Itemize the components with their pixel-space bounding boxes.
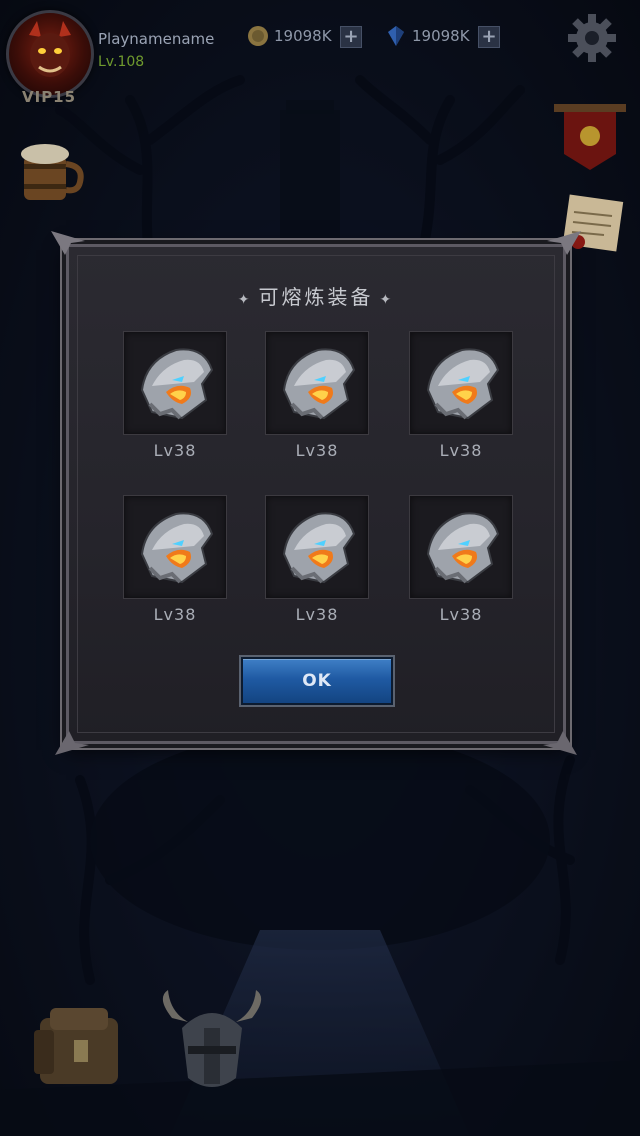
- equipment-level: Lv38: [439, 441, 483, 460]
- equipment-level: Lv38: [295, 605, 339, 624]
- equipment-level: Lv38: [295, 441, 339, 460]
- equipment-item[interactable]: Lv38: [265, 331, 369, 460]
- equipment-level: Lv38: [153, 605, 197, 624]
- shoulder-armor-icon: [282, 348, 356, 420]
- equipment-slot[interactable]: [123, 495, 227, 599]
- player-name: Playnamename: [98, 30, 215, 48]
- equipment-item[interactable]: Lv38: [265, 495, 369, 624]
- coin-amount: 19098K: [274, 27, 332, 45]
- gear-icon[interactable]: [566, 12, 618, 64]
- gem-amount: 19098K: [412, 27, 470, 45]
- banner-icon[interactable]: [548, 96, 632, 176]
- corner-ornament-icon: [55, 731, 89, 755]
- shoulder-armor-icon: [140, 512, 214, 584]
- backpack-icon[interactable]: [30, 1000, 130, 1092]
- corner-ornament-icon: [543, 731, 577, 755]
- equipment-level: Lv38: [153, 441, 197, 460]
- equipment-slot[interactable]: [409, 495, 513, 599]
- shoulder-armor-icon: [426, 348, 500, 420]
- corner-ornament-icon: [51, 231, 85, 255]
- equipment-item[interactable]: Lv38: [409, 495, 513, 624]
- equipment-slot[interactable]: [409, 331, 513, 435]
- ok-button[interactable]: OK: [241, 657, 393, 705]
- equipment-item[interactable]: Lv38: [123, 495, 227, 624]
- dialog-title: ✦ 可熔炼装备 ✦: [69, 281, 563, 310]
- beer-mug-icon[interactable]: [14, 136, 90, 206]
- add-gem-button[interactable]: +: [478, 26, 500, 48]
- gem-icon: [388, 26, 404, 46]
- equipment-slot[interactable]: [123, 331, 227, 435]
- equipment-item[interactable]: Lv38: [123, 331, 227, 460]
- add-coin-button[interactable]: +: [340, 26, 362, 48]
- dialog-title-text: 可熔炼装备: [258, 285, 374, 309]
- equipment-item[interactable]: Lv38: [409, 331, 513, 460]
- corner-ornament-icon: [547, 231, 581, 255]
- demon-portrait-icon: [29, 21, 71, 77]
- shoulder-armor-icon: [282, 512, 356, 584]
- shoulder-armor-icon: [140, 348, 214, 420]
- shoulder-armor-icon: [426, 512, 500, 584]
- player-avatar[interactable]: [6, 10, 94, 98]
- equipment-slot[interactable]: [265, 331, 369, 435]
- equipment-level: Lv38: [439, 605, 483, 624]
- top-hud: VIP15 Playnamename Lv.108 19098K + 19098…: [0, 0, 640, 110]
- smeltable-equipment-dialog: ✦ 可熔炼装备 ✦ Lv38 Lv38 Lv38 Lv38 Lv38 Lv38 OK: [51, 231, 581, 755]
- horned-helmet-icon[interactable]: [152, 988, 272, 1098]
- vip-level: VIP15: [22, 88, 77, 106]
- player-level: Lv.108: [98, 54, 145, 70]
- title-ornament-left: ✦: [237, 292, 253, 308]
- coin-icon: [248, 26, 268, 46]
- title-ornament-right: ✦: [379, 292, 395, 308]
- equipment-slot[interactable]: [265, 495, 369, 599]
